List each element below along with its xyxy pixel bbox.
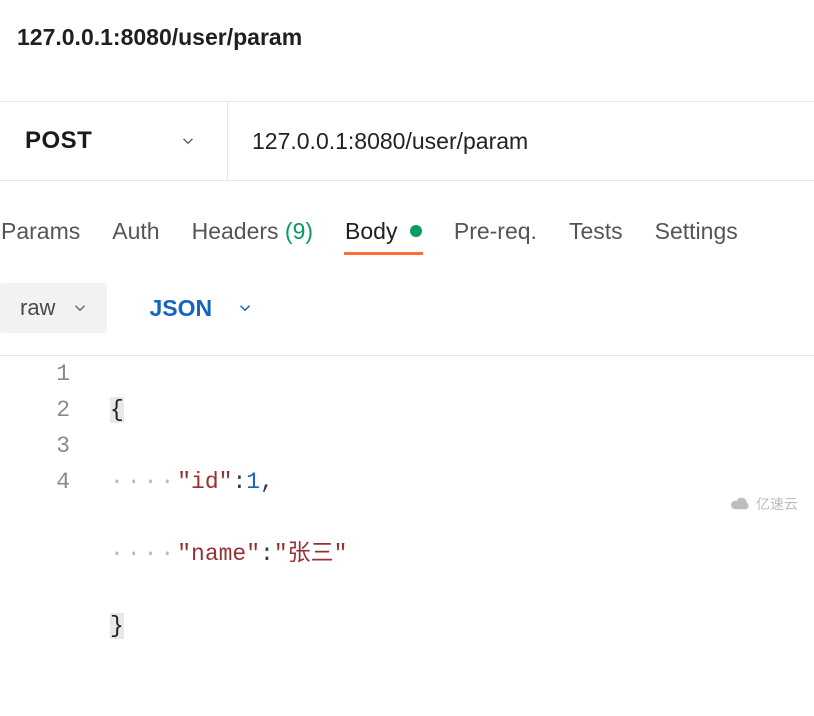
brace-open: { — [110, 397, 124, 423]
code-area[interactable]: { ····"id":1, ····"name":"张三" } — [110, 356, 347, 716]
chevron-down-icon — [71, 299, 89, 317]
line-number: 1 — [0, 356, 70, 392]
json-editor[interactable]: 1 2 3 4 { ····"id":1, ····"name":"张三" } — [0, 356, 814, 716]
watermark-text: 亿速云 — [756, 494, 798, 514]
tab-headers-count: (9) — [285, 218, 313, 244]
json-key: "id" — [177, 469, 232, 495]
http-method-label: POST — [25, 127, 92, 155]
indent-dots-icon: ···· — [110, 541, 177, 567]
line-number: 4 — [0, 464, 70, 500]
url-input[interactable] — [228, 102, 814, 180]
json-key: "name" — [177, 541, 260, 567]
line-gutter: 1 2 3 4 — [0, 356, 110, 716]
body-language-select[interactable]: JSON — [149, 295, 254, 322]
body-subrow: raw JSON — [0, 283, 814, 333]
tab-tests[interactable]: Tests — [568, 218, 624, 255]
line-number: 2 — [0, 392, 70, 428]
tab-auth[interactable]: Auth — [111, 218, 160, 255]
chevron-down-icon — [236, 299, 254, 317]
tabs-row: Params Auth Headers (9) Body Pre-req. Te… — [0, 215, 814, 259]
body-mode-label: raw — [20, 295, 55, 321]
body-mode-select[interactable]: raw — [0, 283, 107, 333]
body-language-label: JSON — [149, 295, 212, 322]
comma: , — [260, 469, 274, 495]
request-row: POST — [0, 101, 814, 181]
changed-dot-icon — [410, 225, 422, 237]
colon: : — [260, 541, 274, 567]
tab-params[interactable]: Params — [0, 218, 81, 255]
cloud-icon — [728, 496, 752, 512]
json-number: 1 — [246, 469, 260, 495]
chevron-down-icon — [179, 132, 197, 150]
tab-pre-request[interactable]: Pre-req. — [453, 218, 538, 255]
tab-settings[interactable]: Settings — [654, 218, 739, 255]
colon: : — [232, 469, 246, 495]
indent-dots-icon: ···· — [110, 469, 177, 495]
tab-body[interactable]: Body — [344, 218, 423, 255]
tab-headers[interactable]: Headers (9) — [191, 218, 314, 255]
tab-body-label: Body — [345, 218, 397, 244]
line-number: 3 — [0, 428, 70, 464]
tab-headers-label: Headers — [192, 218, 279, 244]
watermark: 亿速云 — [728, 494, 798, 514]
page-title: 127.0.0.1:8080/user/param — [0, 0, 814, 51]
brace-close: } — [110, 613, 124, 639]
json-string: "张三" — [274, 541, 348, 567]
http-method-select[interactable]: POST — [0, 102, 228, 180]
